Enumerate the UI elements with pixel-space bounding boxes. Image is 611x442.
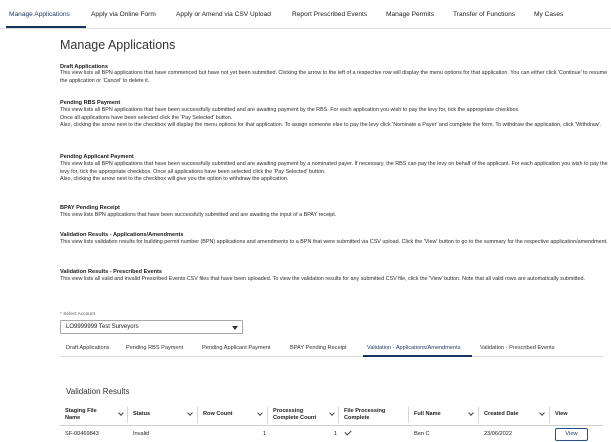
column-header-full-name[interactable]: Full Name xyxy=(414,411,441,418)
nav-report-prescribed-events[interactable]: Report Prescribed Events xyxy=(292,11,367,18)
column-label: File Processing Complete xyxy=(344,408,386,421)
column-header-view: View xyxy=(555,411,568,418)
page-title: Manage Applications xyxy=(60,38,176,52)
section-title-validation-events: Validation Results - Prescribed Events xyxy=(60,269,162,275)
nav-manage-applications[interactable]: Manage Applications xyxy=(9,11,70,18)
column-label: Staging File Name xyxy=(65,408,97,421)
top-navigation: Manage Applications Apply via Online For… xyxy=(0,0,611,29)
column-label: Status xyxy=(133,411,151,417)
account-select[interactable]: LO9999999 Test Surveyors xyxy=(60,320,243,334)
section-title-bpay: BPAY Pending Receipt xyxy=(60,205,120,211)
section-title-pending-rbs: Pending RBS Payment xyxy=(60,100,121,106)
nav-manage-permits[interactable]: Manage Permits xyxy=(386,11,434,18)
column-header-processing-complete-count[interactable]: Processing Complete Count xyxy=(273,408,328,421)
account-select-value: LO9999999 Test Surveyors xyxy=(66,324,139,330)
section-text-draft: This view lists all BPN applications tha… xyxy=(60,70,608,85)
cell-full-name: Ben C xyxy=(414,431,430,437)
cell-row-count: 1 xyxy=(263,431,267,437)
tab-draft-applications[interactable]: Draft Applications xyxy=(66,345,110,351)
section-text-validation-applications: This view lists validation results for b… xyxy=(60,239,608,247)
cell-processing-complete-count: 1 xyxy=(334,431,338,437)
column-header-file-processing-complete: File Processing Complete xyxy=(344,408,394,421)
section-line: This view lists all BPN applications tha… xyxy=(60,70,608,84)
column-divider xyxy=(197,407,198,423)
column-header-staging-file-name[interactable]: Staging File Name xyxy=(65,408,97,421)
validation-results-title: Validation Results xyxy=(66,387,130,396)
section-text-validation-events: This view lists all valid and invalid Pr… xyxy=(60,276,608,284)
section-line: This view lists all BPN applications tha… xyxy=(60,161,608,175)
section-title-pending-applicant: Pending Applicant Payment xyxy=(60,154,134,160)
column-header-row-count[interactable]: Row Count xyxy=(203,411,233,418)
checkmark-icon xyxy=(344,428,352,436)
column-divider xyxy=(478,407,479,423)
view-tabs: Draft Applications Pending RBS Payment P… xyxy=(60,340,603,357)
active-tab-indicator xyxy=(363,355,472,357)
column-divider xyxy=(267,407,268,423)
section-line: This view lists all BPN applications tha… xyxy=(60,107,520,113)
section-line: This view lists validation results for b… xyxy=(60,239,608,245)
tab-validation-applications[interactable]: Validation - Applications/Amendments xyxy=(367,345,461,351)
cell-created-date: 23/06/2022 xyxy=(484,431,512,437)
section-text-pending-applicant: This view lists all BPN applications tha… xyxy=(60,161,608,184)
nav-transfer-of-functions[interactable]: Transfer of Functions xyxy=(453,11,515,18)
column-divider xyxy=(338,407,339,423)
section-text-pending-rbs: This view lists all BPN applications tha… xyxy=(60,107,608,130)
column-label: Created Date xyxy=(484,411,519,417)
section-title-validation-applications: Validation Results - Applications/Amendm… xyxy=(60,232,184,238)
column-divider xyxy=(127,407,128,423)
select-account-label: * Select Account xyxy=(60,312,95,317)
section-text-bpay: This view lists BPN applications that ha… xyxy=(60,212,608,220)
table-header: Staging File Name Status Row Count Proce… xyxy=(60,404,603,426)
tab-pending-rbs-payment[interactable]: Pending RBS Payment xyxy=(126,345,183,351)
column-label: Row Count xyxy=(203,411,233,417)
column-label: View xyxy=(555,411,568,417)
column-header-created-date[interactable]: Created Date xyxy=(484,411,519,418)
nav-apply-amend-csv[interactable]: Apply or Amend via CSV Upload xyxy=(176,11,271,18)
column-divider xyxy=(549,407,550,423)
tab-pending-applicant-payment[interactable]: Pending Applicant Payment xyxy=(202,345,270,351)
column-label: Processing Complete Count xyxy=(273,408,317,421)
tab-bpay-pending-receipt[interactable]: BPAY Pending Receipt xyxy=(290,345,347,351)
chevron-down-icon xyxy=(232,326,238,330)
section-line: Once all applications have been selected… xyxy=(60,114,233,121)
column-divider xyxy=(408,407,409,423)
active-nav-indicator xyxy=(6,26,86,28)
section-line: Also, clicking the arrow next to the che… xyxy=(60,176,289,183)
section-line: This view lists all valid and invalid Pr… xyxy=(60,276,586,282)
section-line: This view lists BPN applications that ha… xyxy=(60,212,337,218)
cell-status: Invalid xyxy=(133,431,150,437)
nav-my-cases[interactable]: My Cases xyxy=(534,11,563,18)
view-button[interactable]: View xyxy=(555,428,588,441)
tab-validation-prescribed-events[interactable]: Validation - Prescribed Events xyxy=(480,345,555,351)
cell-staging-file-name: SF-00469843 xyxy=(65,431,99,437)
column-header-status[interactable]: Status xyxy=(133,411,150,418)
nav-apply-online-form[interactable]: Apply via Online Form xyxy=(91,11,156,18)
column-label: Full Name xyxy=(414,411,441,417)
section-line: Also, clicking the arrow next to the che… xyxy=(60,122,602,129)
table-row: SF-00469843 Invalid 1 1 Ben C 23/06/2022… xyxy=(60,427,603,442)
